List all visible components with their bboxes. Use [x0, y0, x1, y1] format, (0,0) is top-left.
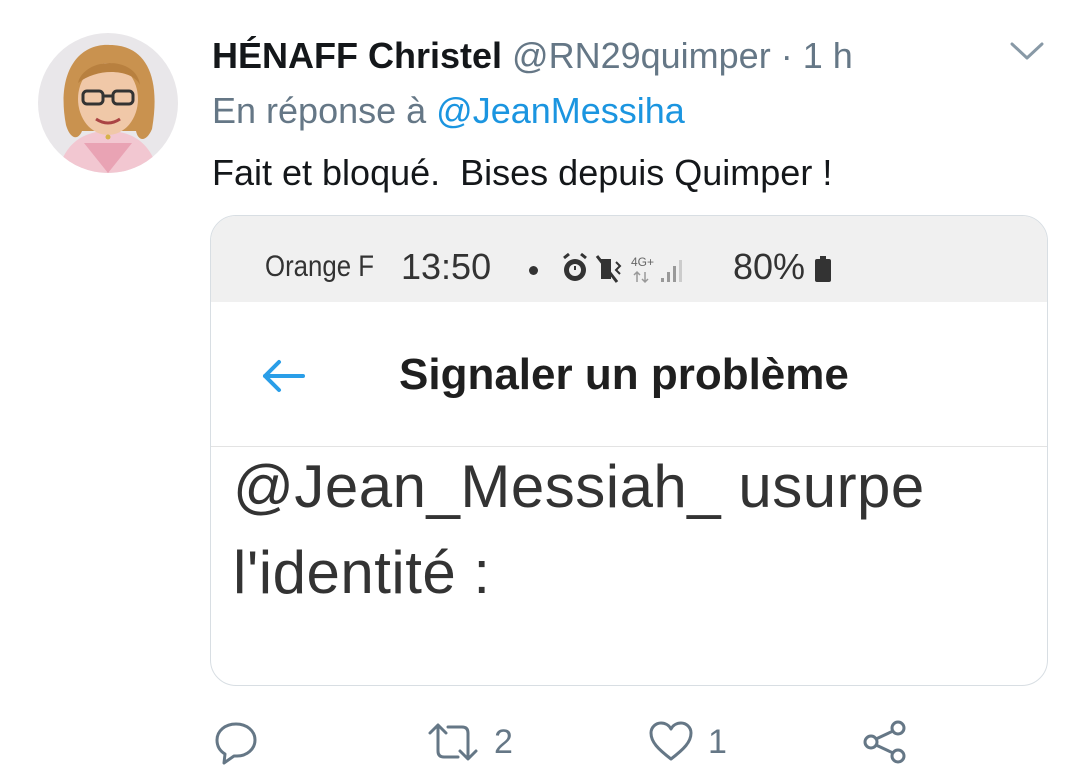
- retweet-count: 2: [494, 722, 513, 761]
- tweet-actions: 2 1: [0, 712, 1080, 772]
- timestamp[interactable]: 1 h: [803, 35, 853, 76]
- tweet-header: HÉNAFF Christel @RN29quimper · 1 h: [212, 34, 853, 78]
- status-icons: 4G+: [561, 252, 691, 286]
- retweet-icon: [428, 723, 478, 761]
- signal-icon: [661, 260, 682, 282]
- avatar[interactable]: [38, 33, 178, 173]
- reply-mention-link[interactable]: @JeanMessiha: [436, 90, 685, 131]
- chevron-down-icon[interactable]: [1006, 36, 1048, 64]
- reply-button[interactable]: [214, 712, 260, 772]
- app-bar: Signaler un problème: [211, 302, 1047, 447]
- separator: ·: [780, 35, 793, 76]
- heart-icon: [649, 721, 693, 761]
- author-handle[interactable]: @RN29quimper: [512, 35, 771, 76]
- retweet-button[interactable]: 2: [426, 712, 513, 772]
- tweet-text: Fait et bloqué. Bises depuis Quimper !: [212, 152, 833, 193]
- alarm-icon: [563, 252, 587, 281]
- report-line-1: @Jean_Messiah_ usurpe: [233, 453, 925, 520]
- vibrate-mute-icon: [595, 255, 622, 283]
- like-button[interactable]: 1: [648, 712, 727, 772]
- carrier-label: Orange F: [265, 250, 374, 283]
- speech-bubble-icon: [215, 722, 257, 765]
- reply-prefix: En réponse à: [212, 90, 427, 131]
- report-text: @Jean_Messiah_ usurpe l'identité :: [233, 444, 1033, 616]
- phone-status-bar: Orange F 13:50 4G+ 80%: [211, 216, 1047, 302]
- screen-title: Signaler un problème: [399, 350, 849, 399]
- reply-context: En réponse à @JeanMessiha: [212, 88, 685, 134]
- share-icon: [863, 720, 906, 764]
- back-arrow-icon[interactable]: [259, 358, 307, 394]
- like-count: 1: [708, 722, 727, 761]
- network-label: 4G+: [631, 255, 654, 269]
- avatar-photo: [38, 33, 178, 173]
- author-name[interactable]: HÉNAFF Christel: [212, 35, 502, 76]
- battery-icon: [815, 256, 831, 282]
- attached-image[interactable]: Orange F 13:50 4G+ 80% Signaler un probl…: [210, 215, 1048, 686]
- clock-label: 13:50: [401, 246, 492, 287]
- battery-percent: 80%: [733, 246, 806, 287]
- notification-dot-icon: [529, 266, 538, 275]
- share-button[interactable]: [862, 712, 908, 772]
- report-line-2: l'identité :: [233, 539, 491, 606]
